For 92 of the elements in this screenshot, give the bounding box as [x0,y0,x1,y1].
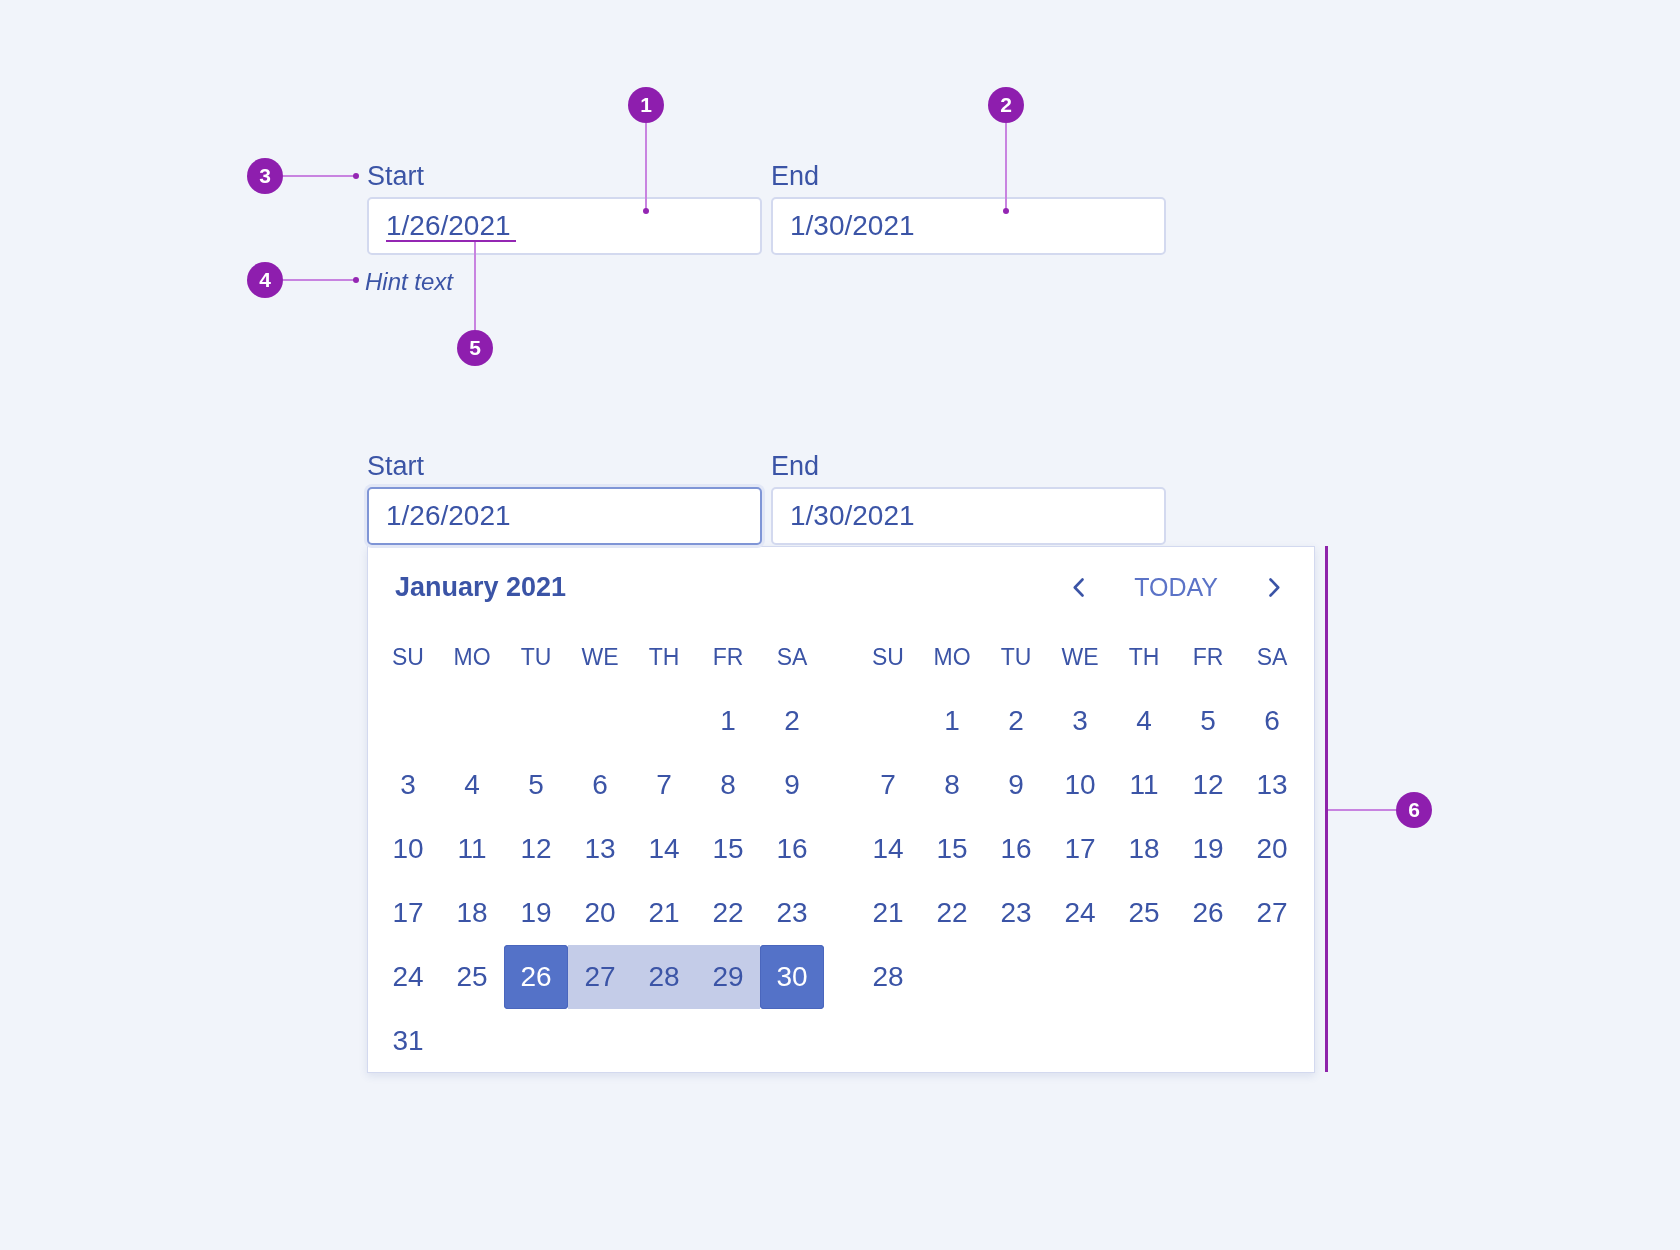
calendar-day[interactable]: 22 [920,881,984,945]
calendar-day[interactable]: 24 [1048,881,1112,945]
field-label: End [771,450,820,482]
calendar-day[interactable]: 12 [504,817,568,881]
calendar-day[interactable]: 8 [696,753,760,817]
calendar-day[interactable]: 16 [760,817,824,881]
calendar-day[interactable]: 11 [1112,753,1176,817]
field-label: Start [367,160,425,192]
calendar-day[interactable]: 2 [760,689,824,753]
weekday-label: TU [1000,642,1032,672]
weekday-label: MO [453,642,491,672]
calendar-day[interactable]: 25 [440,945,504,1009]
calendar-day[interactable]: 21 [632,881,696,945]
hint-text: Hint text [365,268,454,296]
chevron-right-icon [1268,578,1280,597]
calendar-day[interactable]: 20 [1240,817,1304,881]
weekday-label: FR [712,642,744,672]
calendar-day[interactable]: 1 [920,689,984,753]
calendar-day[interactable]: 22 [696,881,760,945]
calendar-day[interactable]: 17 [376,881,440,945]
calendar-day[interactable]: 24 [376,945,440,1009]
calendar-day[interactable]: 7 [632,753,696,817]
calendar-day[interactable]: 6 [1240,689,1304,753]
calendar-day[interactable]: 27 [568,945,632,1009]
calendar-day[interactable]: 10 [376,817,440,881]
field-label: Start [367,450,425,482]
calendar-day[interactable]: 4 [440,753,504,817]
weekday-label: TU [520,642,552,672]
calendar-day[interactable]: 30 [760,945,824,1009]
calendar-day[interactable]: 2 [984,689,1048,753]
calendar-day[interactable]: 20 [568,881,632,945]
date-field[interactable]: 1/30/2021 [771,487,1166,545]
calendar-day[interactable]: 28 [856,945,920,1009]
calendar-day[interactable]: 12 [1176,753,1240,817]
annotation-marker: 4 [247,262,283,298]
calendar-day[interactable]: 3 [1048,689,1112,753]
annotation-marker: 1 [628,87,664,123]
calendar-day[interactable]: 1 [696,689,760,753]
calendar-day[interactable]: 7 [856,753,920,817]
weekday-label: SA [776,642,808,672]
calendar-day[interactable]: 23 [984,881,1048,945]
calendar-day[interactable]: 15 [920,817,984,881]
weekday-label: TH [648,642,680,672]
calendar-day[interactable]: 9 [760,753,824,817]
calendar-day[interactable]: 29 [696,945,760,1009]
annotation-marker: 6 [1396,792,1432,828]
calendar-day[interactable]: 14 [632,817,696,881]
calendar-day[interactable]: 3 [376,753,440,817]
weekday-label: WE [1061,642,1099,672]
calendar-day[interactable]: 28 [632,945,696,1009]
field-label: End [771,160,820,192]
weekday-label: WE [581,642,619,672]
calendar-day[interactable]: 10 [1048,753,1112,817]
calendar-day[interactable]: 25 [1112,881,1176,945]
date-field[interactable]: 1/30/2021 [771,197,1166,255]
calendar-day[interactable]: 19 [1176,817,1240,881]
calendar-day[interactable]: 15 [696,817,760,881]
weekday-label: SA [1256,642,1288,672]
calendar-day[interactable]: 9 [984,753,1048,817]
weekday-label: TH [1128,642,1160,672]
calendar-day[interactable]: 21 [856,881,920,945]
calendar-day[interactable]: 18 [440,881,504,945]
calendar-day[interactable]: 6 [568,753,632,817]
calendar-day[interactable]: 5 [504,753,568,817]
calendar-day[interactable]: 26 [1176,881,1240,945]
calendar-day[interactable]: 16 [984,817,1048,881]
date-field[interactable]: 1/26/2021 [367,197,762,255]
annotation-marker: 2 [988,87,1024,123]
calendar-day[interactable]: 5 [1176,689,1240,753]
calendar-day[interactable]: 31 [376,1009,440,1073]
today-button[interactable]: TODAY [1116,567,1236,608]
annotation-marker: 5 [457,330,493,366]
month-title: January 2021 [395,571,567,605]
annotation-marker: 3 [247,158,283,194]
calendar-day[interactable]: 13 [568,817,632,881]
calendar-day[interactable]: 23 [760,881,824,945]
date-field[interactable]: 1/26/2021 [367,487,762,545]
calendar-day[interactable]: 17 [1048,817,1112,881]
calendar-day[interactable]: 27 [1240,881,1304,945]
chevron-left-icon [1072,578,1084,597]
calendar-day[interactable]: 14 [856,817,920,881]
calendar-day[interactable]: 18 [1112,817,1176,881]
weekday-label: SU [872,642,904,672]
weekday-label: SU [392,642,424,672]
calendar-day[interactable]: 4 [1112,689,1176,753]
calendar-day[interactable]: 19 [504,881,568,945]
calendar-day[interactable]: 13 [1240,753,1304,817]
calendar-day[interactable]: 8 [920,753,984,817]
weekday-label: MO [933,642,971,672]
calendar-day[interactable]: 11 [440,817,504,881]
calendar-day[interactable]: 26 [504,945,568,1009]
weekday-label: FR [1192,642,1224,672]
